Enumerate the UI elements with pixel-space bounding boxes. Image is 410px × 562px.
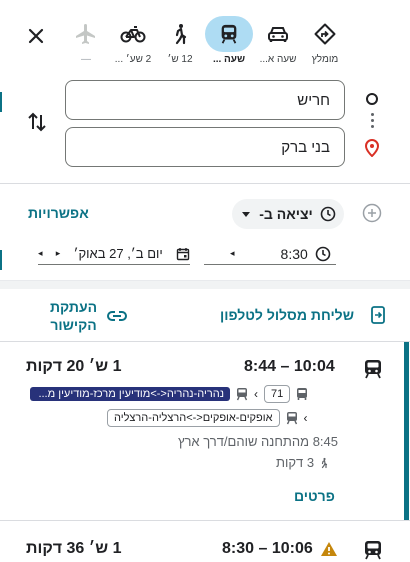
time-prev-icon[interactable]: ◂ [230,248,235,259]
time-picker[interactable]: ◂ 8:30 [204,243,336,265]
depart-selector[interactable]: יציאה ב- [232,199,344,229]
walking-icon [321,457,328,468]
train-icon [286,412,297,425]
walk-duration: 3 דקות [276,455,315,470]
time-value: 8:30 [280,245,308,262]
date-value: יום ב׳, 27 באוק׳ [73,246,163,261]
send-to-phone-button[interactable]: שליחת מסלול לטלפון [220,306,386,324]
date-next-icon[interactable]: ▸ [56,248,61,259]
directions-icon [314,23,336,45]
link-icon [107,311,128,321]
date-prev-icon[interactable]: ◂ [38,248,43,259]
close-button[interactable] [24,24,48,48]
transit-icon [364,359,382,379]
train-icon [221,24,237,44]
edge-accent [0,92,2,112]
section-separator [0,280,410,289]
options-link[interactable]: אפשרויות [28,205,89,221]
copy-link-label-2: הקישור [50,317,97,333]
clock-icon [320,206,336,222]
bicycle-icon [120,26,146,43]
add-stop-button[interactable] [362,203,382,223]
add-circle-icon [362,203,382,223]
origin-input[interactable]: חריש [65,80,345,120]
route-steps-2: אופקים-אופקים<->הרצליה-הרצליה ‹ [107,409,308,427]
depart-label: יציאה ב- [259,206,313,222]
route-duration: 1 ש׳ 20 דקות [26,358,122,375]
edge-accent [0,250,2,270]
destination-pin-icon [364,139,380,157]
origin-circle-icon [366,93,378,105]
mode-best[interactable]: מומלץ [297,16,353,65]
bus-line-chip: 71 [264,385,291,403]
route-times: 8:44 – 10:04 [244,358,335,375]
route-duration: 1 ש׳ 36 דקות [26,540,122,557]
step-chevron-icon: ‹ [254,387,258,401]
mode-transit[interactable]: שעה ... [201,16,257,65]
route-card-selected-bar [404,342,409,520]
warning-icon [320,541,338,557]
walk-info: 3 דקות [276,455,330,470]
step-chevron-icon: ‹ [303,411,308,425]
details-link[interactable]: פרטים [294,488,335,504]
send-to-phone-label: שליחת מסלול לטלפון [220,307,354,323]
mode-best-label: מומלץ [311,54,339,65]
dots-icon [371,113,374,128]
train-line-badge: נהריה-נהריה<->מודיעין מרכז-מודיעין מ... [30,387,230,401]
origin-value: חריש [297,91,330,109]
chevron-down-icon [242,212,250,217]
walking-icon [175,24,187,45]
airplane-icon [76,24,95,44]
bus-icon [297,388,308,400]
departure-info: 8:45 מהתחנה שוהם/דרך ארץ [177,434,338,449]
close-icon [28,28,44,44]
clock-icon [315,246,331,261]
train-icon [236,388,248,401]
route-times: 8:30 – 10:06 [222,540,313,557]
train-line-chip: אופקים-אופקים<->הרצליה-הרצליה [107,409,280,427]
route-steps: נהריה-נהריה<->מודיעין מרכז-מודיעין מ... … [30,385,308,403]
destination-value: בני ברק [281,138,330,156]
car-icon [268,27,288,42]
send-to-device-icon [371,306,385,324]
swap-icon [28,112,46,132]
copy-link-label-1: העתקת [50,299,98,315]
swap-button[interactable] [25,110,49,134]
destination-input[interactable]: בני ברק [65,127,345,167]
transit-icon [364,540,382,560]
mode-walk-label: 12 ש׳ [167,54,193,65]
mode-transit-label: שעה ... [212,54,246,65]
calendar-icon [176,247,190,260]
divider [0,183,410,184]
mode-walk[interactable]: 12 ש׳ [152,16,208,65]
copy-link-button[interactable]: העתקת הקישור [50,298,128,334]
date-picker[interactable]: ◂ ▸ יום ב׳, 27 באוק׳ [38,243,190,265]
